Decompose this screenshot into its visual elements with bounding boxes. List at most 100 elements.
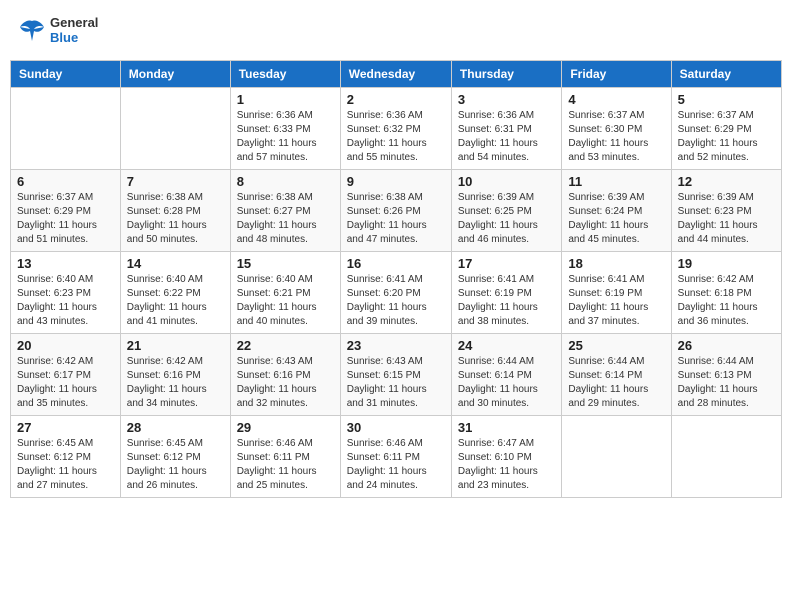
calendar-week-row: 13 Sunrise: 6:40 AM Sunset: 6:23 PM Dayli… [11,251,782,333]
day-info: Sunrise: 6:36 AM Sunset: 6:32 PM Dayligh… [347,109,445,165]
day-number: 4 [568,92,664,107]
day-info: Sunrise: 6:44 AM Sunset: 6:13 PM Dayligh… [678,355,775,411]
day-number: 14 [127,256,224,271]
day-number: 11 [568,174,664,189]
weekday-header-row: SundayMondayTuesdayWednesdayThursdayFrid… [11,60,782,87]
day-number: 22 [237,338,334,353]
day-number: 26 [678,338,775,353]
day-info: Sunrise: 6:38 AM Sunset: 6:27 PM Dayligh… [237,191,334,247]
logo-bird-icon [18,17,46,45]
day-info: Sunrise: 6:42 AM Sunset: 6:16 PM Dayligh… [127,355,224,411]
calendar-day-cell [120,87,230,169]
calendar-day-cell: 18 Sunrise: 6:41 AM Sunset: 6:19 PM Dayli… [562,251,671,333]
calendar-body: 1 Sunrise: 6:36 AM Sunset: 6:33 PM Daylig… [11,87,782,497]
weekday-header-cell: Wednesday [340,60,451,87]
day-number: 17 [458,256,555,271]
day-number: 1 [237,92,334,107]
day-info: Sunrise: 6:46 AM Sunset: 6:11 PM Dayligh… [237,437,334,493]
weekday-header-cell: Friday [562,60,671,87]
day-number: 7 [127,174,224,189]
day-info: Sunrise: 6:45 AM Sunset: 6:12 PM Dayligh… [17,437,114,493]
day-number: 2 [347,92,445,107]
day-info: Sunrise: 6:39 AM Sunset: 6:24 PM Dayligh… [568,191,664,247]
calendar-day-cell: 1 Sunrise: 6:36 AM Sunset: 6:33 PM Daylig… [230,87,340,169]
weekday-header-cell: Monday [120,60,230,87]
calendar-day-cell: 15 Sunrise: 6:40 AM Sunset: 6:21 PM Dayli… [230,251,340,333]
calendar-day-cell: 17 Sunrise: 6:41 AM Sunset: 6:19 PM Dayli… [451,251,561,333]
day-info: Sunrise: 6:39 AM Sunset: 6:25 PM Dayligh… [458,191,555,247]
calendar-day-cell: 2 Sunrise: 6:36 AM Sunset: 6:32 PM Daylig… [340,87,451,169]
day-info: Sunrise: 6:44 AM Sunset: 6:14 PM Dayligh… [458,355,555,411]
calendar-day-cell: 27 Sunrise: 6:45 AM Sunset: 6:12 PM Dayli… [11,415,121,497]
logo-text-general: General [50,16,98,31]
calendar-day-cell [11,87,121,169]
day-info: Sunrise: 6:41 AM Sunset: 6:19 PM Dayligh… [458,273,555,329]
calendar-day-cell: 12Sunrise: 6:39 AM Sunset: 6:23 PM Dayli… [671,169,781,251]
day-number: 6 [17,174,114,189]
calendar-day-cell: 21 Sunrise: 6:42 AM Sunset: 6:16 PM Dayli… [120,333,230,415]
day-number: 18 [568,256,664,271]
calendar-day-cell: 24Sunrise: 6:44 AM Sunset: 6:14 PM Dayli… [451,333,561,415]
day-number: 21 [127,338,224,353]
day-info: Sunrise: 6:36 AM Sunset: 6:33 PM Dayligh… [237,109,334,165]
day-number: 19 [678,256,775,271]
day-number: 9 [347,174,445,189]
calendar-day-cell [562,415,671,497]
weekday-header-cell: Tuesday [230,60,340,87]
day-info: Sunrise: 6:46 AM Sunset: 6:11 PM Dayligh… [347,437,445,493]
calendar-day-cell: 11 Sunrise: 6:39 AM Sunset: 6:24 PM Dayli… [562,169,671,251]
day-number: 5 [678,92,775,107]
calendar-week-row: 1 Sunrise: 6:36 AM Sunset: 6:33 PM Daylig… [11,87,782,169]
day-number: 27 [17,420,114,435]
day-info: Sunrise: 6:40 AM Sunset: 6:22 PM Dayligh… [127,273,224,329]
day-info: Sunrise: 6:42 AM Sunset: 6:17 PM Dayligh… [17,355,114,411]
calendar-day-cell: 6 Sunrise: 6:37 AM Sunset: 6:29 PM Daylig… [11,169,121,251]
calendar-week-row: 27 Sunrise: 6:45 AM Sunset: 6:12 PM Dayli… [11,415,782,497]
logo-container: General Blue [18,16,98,46]
day-info: Sunrise: 6:40 AM Sunset: 6:23 PM Dayligh… [17,273,114,329]
day-info: Sunrise: 6:38 AM Sunset: 6:26 PM Dayligh… [347,191,445,247]
day-number: 30 [347,420,445,435]
day-number: 8 [237,174,334,189]
day-info: Sunrise: 6:41 AM Sunset: 6:19 PM Dayligh… [568,273,664,329]
calendar-day-cell: 13 Sunrise: 6:40 AM Sunset: 6:23 PM Dayli… [11,251,121,333]
calendar-day-cell: 25Sunrise: 6:44 AM Sunset: 6:14 PM Dayli… [562,333,671,415]
calendar-day-cell: 14 Sunrise: 6:40 AM Sunset: 6:22 PM Dayli… [120,251,230,333]
day-info: Sunrise: 6:38 AM Sunset: 6:28 PM Dayligh… [127,191,224,247]
calendar-day-cell: 26 Sunrise: 6:44 AM Sunset: 6:13 PM Dayli… [671,333,781,415]
page-header: General Blue [10,10,782,52]
calendar-day-cell: 10 Sunrise: 6:39 AM Sunset: 6:25 PM Dayli… [451,169,561,251]
logo: General Blue [18,16,98,46]
day-number: 16 [347,256,445,271]
calendar-table: SundayMondayTuesdayWednesdayThursdayFrid… [10,60,782,498]
day-info: Sunrise: 6:43 AM Sunset: 6:16 PM Dayligh… [237,355,334,411]
calendar-day-cell: 31Sunrise: 6:47 AM Sunset: 6:10 PM Dayli… [451,415,561,497]
calendar-day-cell: 16 Sunrise: 6:41 AM Sunset: 6:20 PM Dayli… [340,251,451,333]
calendar-week-row: 20 Sunrise: 6:42 AM Sunset: 6:17 PM Dayli… [11,333,782,415]
day-info: Sunrise: 6:37 AM Sunset: 6:29 PM Dayligh… [17,191,114,247]
day-info: Sunrise: 6:42 AM Sunset: 6:18 PM Dayligh… [678,273,775,329]
day-info: Sunrise: 6:36 AM Sunset: 6:31 PM Dayligh… [458,109,555,165]
calendar-day-cell: 20 Sunrise: 6:42 AM Sunset: 6:17 PM Dayli… [11,333,121,415]
day-number: 31 [458,420,555,435]
day-info: Sunrise: 6:40 AM Sunset: 6:21 PM Dayligh… [237,273,334,329]
day-number: 13 [17,256,114,271]
day-number: 3 [458,92,555,107]
day-info: Sunrise: 6:37 AM Sunset: 6:29 PM Dayligh… [678,109,775,165]
weekday-header-cell: Thursday [451,60,561,87]
calendar-day-cell: 8 Sunrise: 6:38 AM Sunset: 6:27 PM Daylig… [230,169,340,251]
day-info: Sunrise: 6:43 AM Sunset: 6:15 PM Dayligh… [347,355,445,411]
day-number: 10 [458,174,555,189]
calendar-day-cell: 5 Sunrise: 6:37 AM Sunset: 6:29 PM Daylig… [671,87,781,169]
day-number: 15 [237,256,334,271]
day-number: 28 [127,420,224,435]
day-number: 12 [678,174,775,189]
day-info: Sunrise: 6:37 AM Sunset: 6:30 PM Dayligh… [568,109,664,165]
calendar-day-cell: 7 Sunrise: 6:38 AM Sunset: 6:28 PM Daylig… [120,169,230,251]
logo-text-blue: Blue [50,31,98,46]
day-info: Sunrise: 6:41 AM Sunset: 6:20 PM Dayligh… [347,273,445,329]
day-number: 20 [17,338,114,353]
calendar-day-cell [671,415,781,497]
calendar-day-cell: 9 Sunrise: 6:38 AM Sunset: 6:26 PM Daylig… [340,169,451,251]
day-number: 23 [347,338,445,353]
